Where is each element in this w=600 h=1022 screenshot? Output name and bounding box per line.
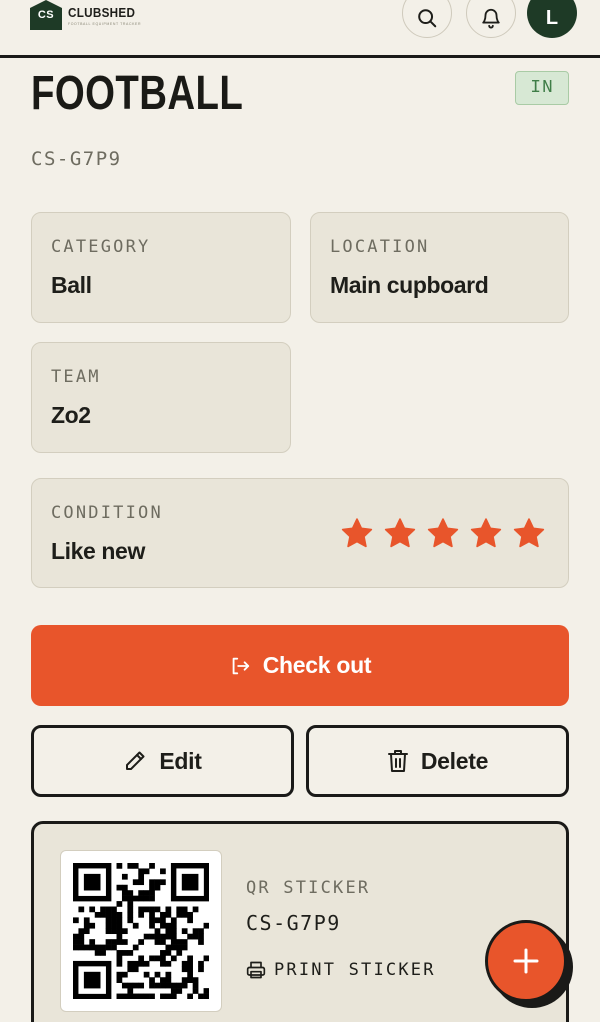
team-value: Zo2 [51,402,91,428]
bell-icon [482,8,500,29]
print-sticker-label: PRINT STICKER [274,960,436,980]
logo-mark: CS [30,0,62,30]
team-label: TEAM [51,367,101,387]
plus-icon [513,948,539,974]
search-button[interactable] [402,0,452,38]
print-sticker-button[interactable]: PRINT STICKER [246,960,436,980]
edit-button[interactable]: Edit [31,725,294,797]
app-name: CLUBSHED [68,5,136,20]
condition-value: Like new [51,538,145,564]
location-value: Main cupboard [330,272,489,298]
item-code: CS-G7P9 [31,148,122,170]
star-icon [513,518,545,548]
search-icon [418,9,437,28]
app-header: CS CLUBSHED FOOTBALL EQUIPMENT TRACKER L [0,0,600,58]
check-out-button[interactable]: Check out [31,625,569,706]
condition-rating [340,517,546,549]
location-label: LOCATION [330,237,430,257]
category-card: CATEGORY Ball [31,212,291,323]
item-title: FOOTBALL [31,67,244,120]
edit-label: Edit [159,747,202,774]
category-label: CATEGORY [51,237,151,257]
condition-card: CONDITION Like new [31,478,569,588]
star-icon [427,518,459,548]
qr-label: QR STICKER [246,878,371,898]
notifications-button[interactable] [466,0,516,38]
category-value: Ball [51,272,92,298]
team-card: TEAM Zo2 [31,342,291,453]
delete-label: Delete [420,747,489,774]
star-icon [470,518,502,548]
check-out-icon [232,657,249,674]
qr-code-text: CS-G7P9 [246,911,341,935]
printer-icon [246,961,266,979]
pencil-icon [126,751,145,770]
star-icon [384,518,416,548]
trash-icon [387,750,408,772]
check-out-label: Check out [262,652,372,678]
star-icon [341,518,373,548]
add-item-button[interactable] [485,920,567,1002]
condition-label: CONDITION [51,503,163,523]
location-card: LOCATION Main cupboard [310,212,569,323]
app-tagline: FOOTBALL EQUIPMENT TRACKER [68,22,142,26]
qr-code-image [60,850,222,1012]
app-logo[interactable]: CS CLUBSHED FOOTBALL EQUIPMENT TRACKER [30,0,143,30]
user-avatar[interactable]: L [527,0,577,38]
qr-sticker-card: QR STICKER CS-G7P9 PRINT STICKER [31,821,569,1022]
qr-code-icon [73,863,209,999]
delete-button[interactable]: Delete [306,725,569,797]
status-badge: IN [515,71,569,105]
